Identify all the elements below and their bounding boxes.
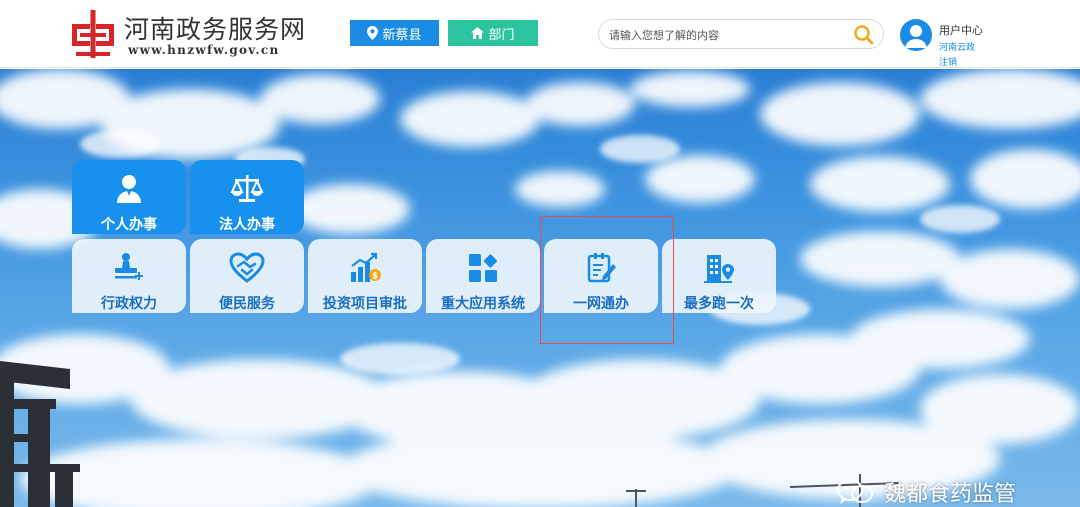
handshake-heart-icon <box>227 251 267 285</box>
tile-convenience-services[interactable]: 便民服务 <box>190 239 304 313</box>
search-box <box>598 19 884 49</box>
person-icon <box>109 172 149 206</box>
site-url: www.hnzwfw.gov.cn <box>128 43 280 57</box>
region-select-button[interactable]: 新蔡县 <box>350 20 439 46</box>
apps-grid-icon <box>463 251 503 285</box>
tile-legal-entity-affairs[interactable]: 法人办事 <box>190 160 304 234</box>
user-name[interactable]: 河南云政 <box>939 40 975 53</box>
tile-one-network-service[interactable]: 一网通办 <box>544 239 658 313</box>
wechat-watermark: 魏都食药监管 <box>836 476 1016 507</box>
tile-label: 个人办事 <box>101 217 157 233</box>
tile-administrative-power[interactable]: 行政权力 <box>72 239 186 313</box>
tile-label: 行政权力 <box>101 296 157 312</box>
tile-major-application-systems[interactable]: 重大应用系统 <box>426 239 540 313</box>
edit-document-icon <box>581 251 621 285</box>
logout-link[interactable]: 注销 <box>939 55 957 68</box>
tile-label: 重大应用系统 <box>441 296 525 312</box>
tile-at-most-one-trip[interactable]: 最多跑一次 <box>662 239 776 313</box>
stamp-icon <box>109 251 149 285</box>
home-icon <box>471 27 485 39</box>
building-location-icon <box>699 251 739 285</box>
search-icon[interactable] <box>853 24 875 46</box>
hero-banner: 个人办事 法人办事 行政权力 便民服务 $ 投资项目审批 重大应用系统 一网通办… <box>0 69 1080 507</box>
svg-text:$: $ <box>372 272 378 282</box>
site-title[interactable]: 河南政务服务网 <box>124 10 306 46</box>
user-center-link[interactable]: 用户中心 <box>939 22 983 38</box>
tile-label: 法人办事 <box>219 217 275 233</box>
tile-label: 投资项目审批 <box>323 296 407 312</box>
department-button[interactable]: 部门 <box>448 20 538 46</box>
tile-label: 最多跑一次 <box>684 296 754 312</box>
department-button-label: 部门 <box>488 27 515 43</box>
tile-investment-approval[interactable]: $ 投资项目审批 <box>308 239 422 313</box>
tile-label: 便民服务 <box>219 296 275 312</box>
growth-chart-icon: $ <box>345 251 385 285</box>
region-button-label: 新蔡县 <box>382 27 422 43</box>
site-header: 河南政务服务网 www.hnzwfw.gov.cn 新蔡县 部门 用户中心 河南… <box>0 0 1080 68</box>
tile-personal-affairs[interactable]: 个人办事 <box>72 160 186 234</box>
watermark-text: 魏都食药监管 <box>884 482 1017 507</box>
site-logo-icon[interactable] <box>70 8 116 60</box>
wechat-icon <box>837 479 873 504</box>
user-avatar-icon[interactable] <box>900 19 932 51</box>
scales-icon <box>227 172 267 206</box>
tile-label: 一网通办 <box>573 296 629 312</box>
location-pin-icon <box>367 26 379 40</box>
search-input[interactable] <box>609 25 839 45</box>
